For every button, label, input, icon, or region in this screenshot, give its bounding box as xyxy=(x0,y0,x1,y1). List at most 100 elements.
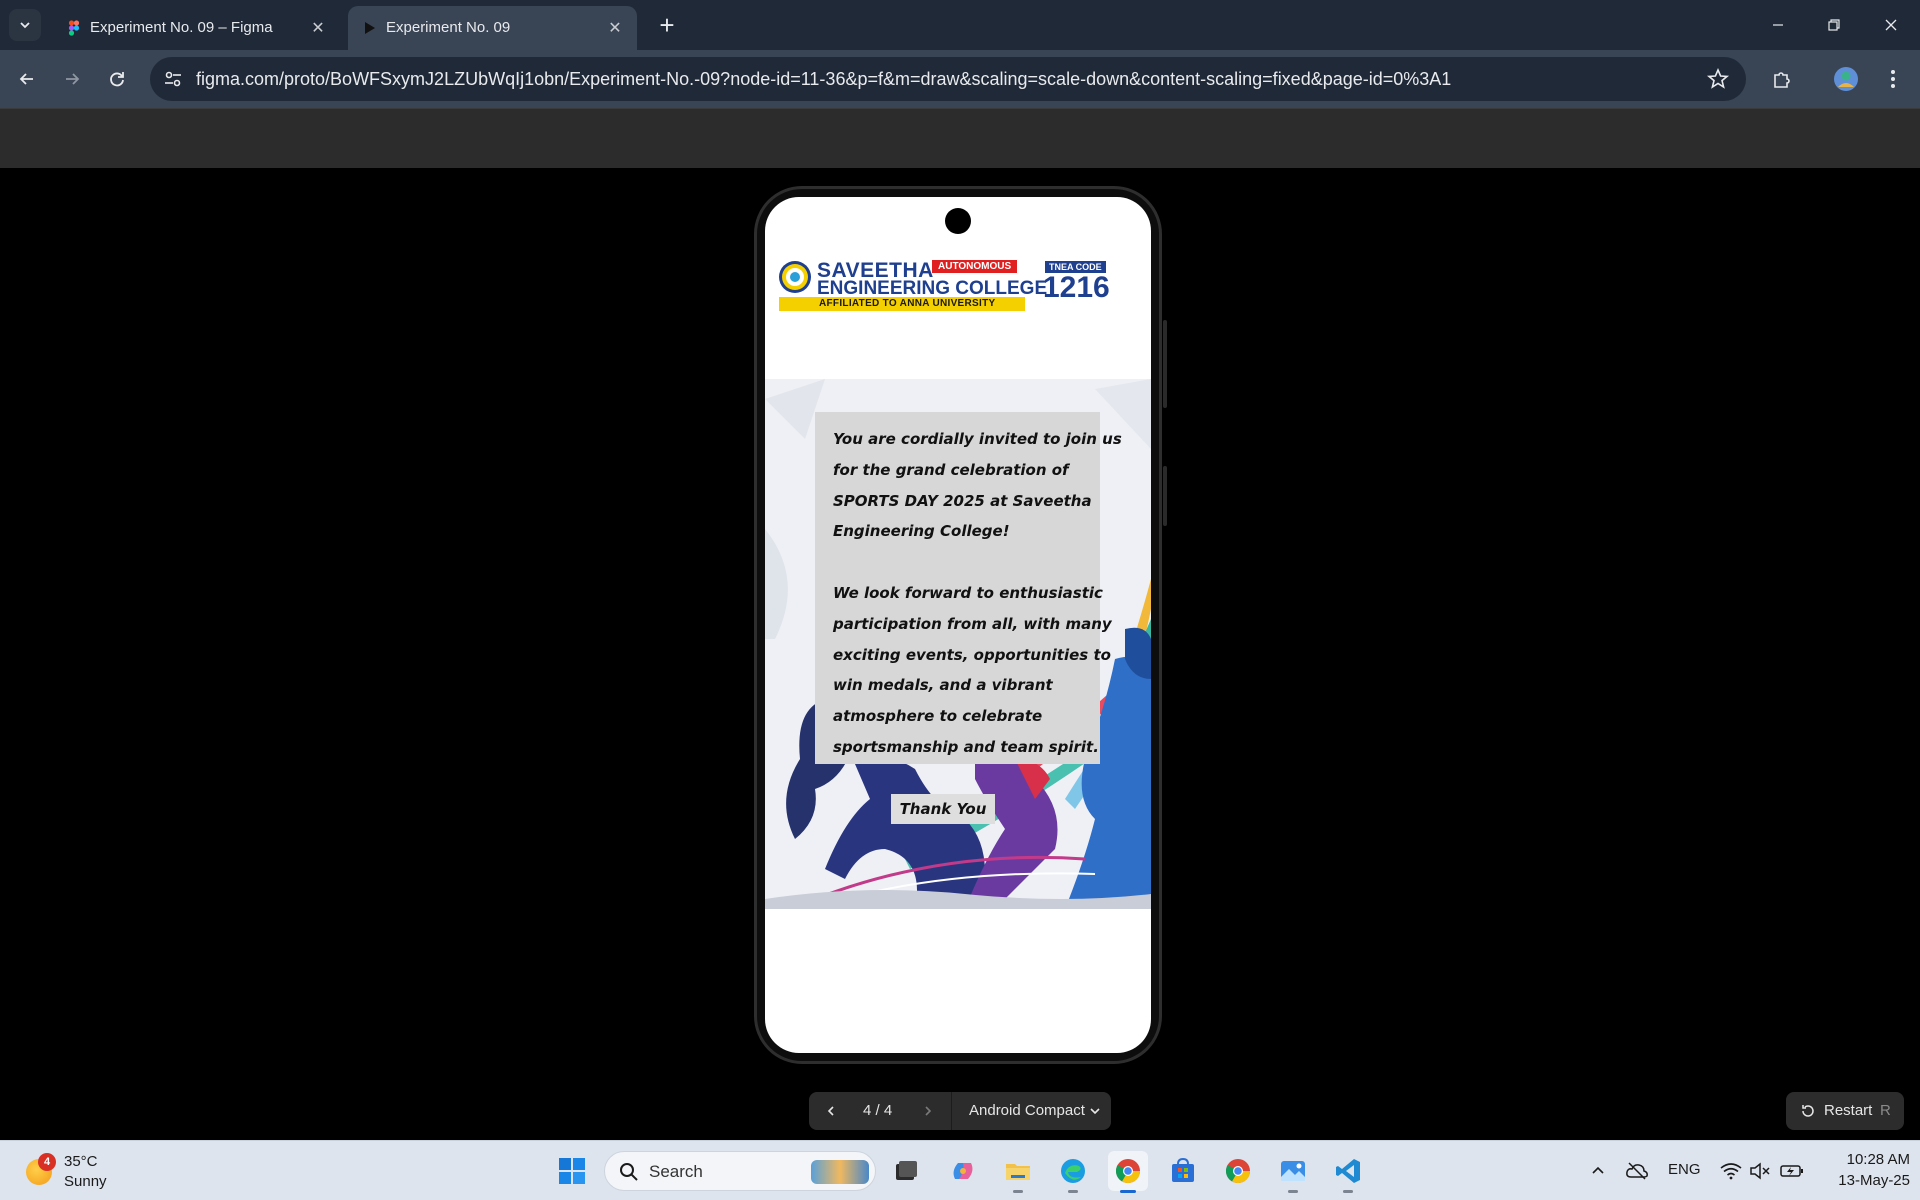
reload-icon xyxy=(110,72,124,87)
taskbar-app-vscode[interactable] xyxy=(1328,1151,1368,1193)
volume-button[interactable] xyxy=(1748,1157,1772,1185)
clock-date: 13-May-25 xyxy=(1838,1172,1910,1189)
pager-divider xyxy=(951,1092,952,1130)
invitation-paragraph-2: We look forward to enthusiastic particip… xyxy=(833,583,1112,756)
invitation-text: You are cordially invited to join us for… xyxy=(833,424,1123,763)
restart-button[interactable]: Restart R xyxy=(1786,1092,1904,1130)
phone-side-button xyxy=(1163,320,1167,408)
microsoft-store-icon xyxy=(1172,1157,1194,1182)
chevron-right-icon xyxy=(925,1106,932,1116)
bookmark-star-icon[interactable] xyxy=(1706,67,1730,91)
weather-widget[interactable]: 4 35°C Sunny xyxy=(26,1149,126,1193)
taskbar-app-photos[interactable] xyxy=(1273,1151,1313,1193)
address-bar[interactable]: figma.com/proto/BoWFSxymJ2LZUbWqIj1obn/E… xyxy=(150,57,1746,101)
language-indicator[interactable]: ENG xyxy=(1668,1161,1701,1178)
extensions-button[interactable] xyxy=(1766,63,1798,95)
figma-icon xyxy=(68,20,80,36)
taskbar-search[interactable]: Search xyxy=(604,1151,876,1191)
browser-toolbar: figma.com/proto/BoWFSxymJ2LZUbWqIj1obn/E… xyxy=(0,50,1920,108)
windows-taskbar: 4 35°C Sunny Search ENG 10:28 AM 13-May-… xyxy=(0,1140,1920,1200)
search-placeholder: Search xyxy=(649,1162,703,1181)
phone-side-button xyxy=(1163,466,1167,526)
reload-button[interactable] xyxy=(101,63,133,95)
search-icon xyxy=(620,1163,638,1181)
new-tab-button[interactable]: + xyxy=(652,10,682,40)
cloud-offline-icon xyxy=(1626,1162,1648,1180)
wifi-button[interactable] xyxy=(1718,1157,1744,1185)
close-tab-icon[interactable]: ✕ xyxy=(308,18,328,38)
tnea-code: 1216 xyxy=(1043,271,1110,304)
minimize-button[interactable] xyxy=(1758,8,1798,42)
taskbar-app-chrome[interactable] xyxy=(1218,1151,1258,1191)
running-indicator xyxy=(1013,1190,1023,1193)
restart-icon xyxy=(1802,1105,1814,1117)
photos-icon xyxy=(1281,1161,1305,1181)
tab-search-button[interactable] xyxy=(9,9,41,41)
copilot-icon xyxy=(953,1163,973,1179)
camera-hole xyxy=(945,208,971,234)
forward-button[interactable] xyxy=(56,63,88,95)
sports-day-poster: You are cordially invited to join us for… xyxy=(765,379,1151,909)
onedrive-button[interactable] xyxy=(1622,1157,1652,1185)
url-text[interactable]: figma.com/proto/BoWFSxymJ2LZUbWqIj1obn/E… xyxy=(196,69,1451,90)
battery-charging-icon xyxy=(1780,1165,1803,1177)
taskbar-app-file-explorer[interactable] xyxy=(998,1151,1038,1193)
frame-counter: 4 / 4 xyxy=(863,1102,893,1119)
system-clock[interactable]: 10:28 AM 13-May-25 xyxy=(1820,1149,1910,1191)
previous-frame-button[interactable] xyxy=(817,1097,845,1125)
restore-button[interactable] xyxy=(1814,8,1854,42)
weather-condition: Sunny xyxy=(64,1173,107,1190)
taskbar-app-edge[interactable] xyxy=(1053,1151,1093,1193)
prototype-pager: 4 / 4 Android Compact xyxy=(809,1092,1111,1130)
phone-screen[interactable]: SAVEETHA AUTONOMOUS ENGINEERING COLLEGE … xyxy=(765,197,1151,1053)
close-icon xyxy=(1885,19,1897,31)
close-tab-icon[interactable]: ✕ xyxy=(605,18,625,38)
prototype-top-bar xyxy=(0,108,1920,168)
chevron-down-icon[interactable] xyxy=(1089,1105,1101,1117)
close-window-button[interactable] xyxy=(1871,8,1911,42)
vscode-icon xyxy=(1336,1159,1360,1183)
weather-badge: 4 xyxy=(38,1153,56,1171)
browser-menu-button[interactable] xyxy=(1877,63,1909,95)
tab-figma-editor[interactable]: Experiment No. 09 – Figma ✕ xyxy=(52,6,340,50)
taskbar-app-store[interactable] xyxy=(1163,1151,1203,1191)
start-button[interactable] xyxy=(552,1151,592,1191)
search-highlight-image xyxy=(811,1160,869,1184)
more-vertical-icon xyxy=(1891,70,1895,88)
running-indicator xyxy=(1288,1190,1298,1193)
running-indicator xyxy=(1068,1190,1078,1193)
thank-you-button[interactable]: Thank You xyxy=(891,794,995,824)
chrome-icon xyxy=(1115,1159,1140,1184)
task-view-icon xyxy=(896,1161,917,1180)
college-emblem-icon xyxy=(779,261,811,293)
running-indicator xyxy=(1343,1190,1353,1193)
minimize-icon xyxy=(1773,24,1783,26)
battery-button[interactable] xyxy=(1778,1157,1806,1185)
show-hidden-icons-button[interactable] xyxy=(1586,1157,1610,1185)
avatar-icon xyxy=(1834,67,1858,91)
device-selector[interactable]: Android Compact xyxy=(969,1102,1085,1119)
profile-avatar-button[interactable] xyxy=(1830,63,1862,95)
site-settings-icon[interactable] xyxy=(162,68,184,90)
edge-icon xyxy=(1061,1159,1085,1183)
windows-start-icon xyxy=(559,1158,585,1184)
tab-prototype[interactable]: Experiment No. 09 ✕ xyxy=(348,6,637,50)
next-frame-button[interactable] xyxy=(914,1097,942,1125)
invitation-paragraph-1: You are cordially invited to join us for… xyxy=(833,430,1122,541)
chrome-icon xyxy=(1225,1159,1250,1184)
back-button[interactable] xyxy=(11,63,43,95)
clock-time: 10:28 AM xyxy=(1846,1151,1910,1168)
chevron-left-icon xyxy=(827,1106,834,1116)
restart-shortcut: R xyxy=(1880,1102,1891,1119)
volume-muted-icon xyxy=(1750,1162,1770,1180)
weather-temp: 35°C xyxy=(64,1153,98,1170)
taskbar-app-task-view[interactable] xyxy=(886,1151,926,1191)
file-explorer-icon xyxy=(1006,1164,1030,1180)
taskbar-app-chrome-active[interactable] xyxy=(1108,1151,1148,1193)
taskbar-app-copilot[interactable] xyxy=(943,1151,983,1191)
restore-icon xyxy=(1828,19,1840,31)
browser-tabstrip: Experiment No. 09 – Figma ✕ Experiment N… xyxy=(0,0,1920,50)
wifi-icon xyxy=(1720,1163,1742,1180)
running-indicator xyxy=(1120,1190,1136,1193)
puzzle-icon xyxy=(1774,72,1790,88)
